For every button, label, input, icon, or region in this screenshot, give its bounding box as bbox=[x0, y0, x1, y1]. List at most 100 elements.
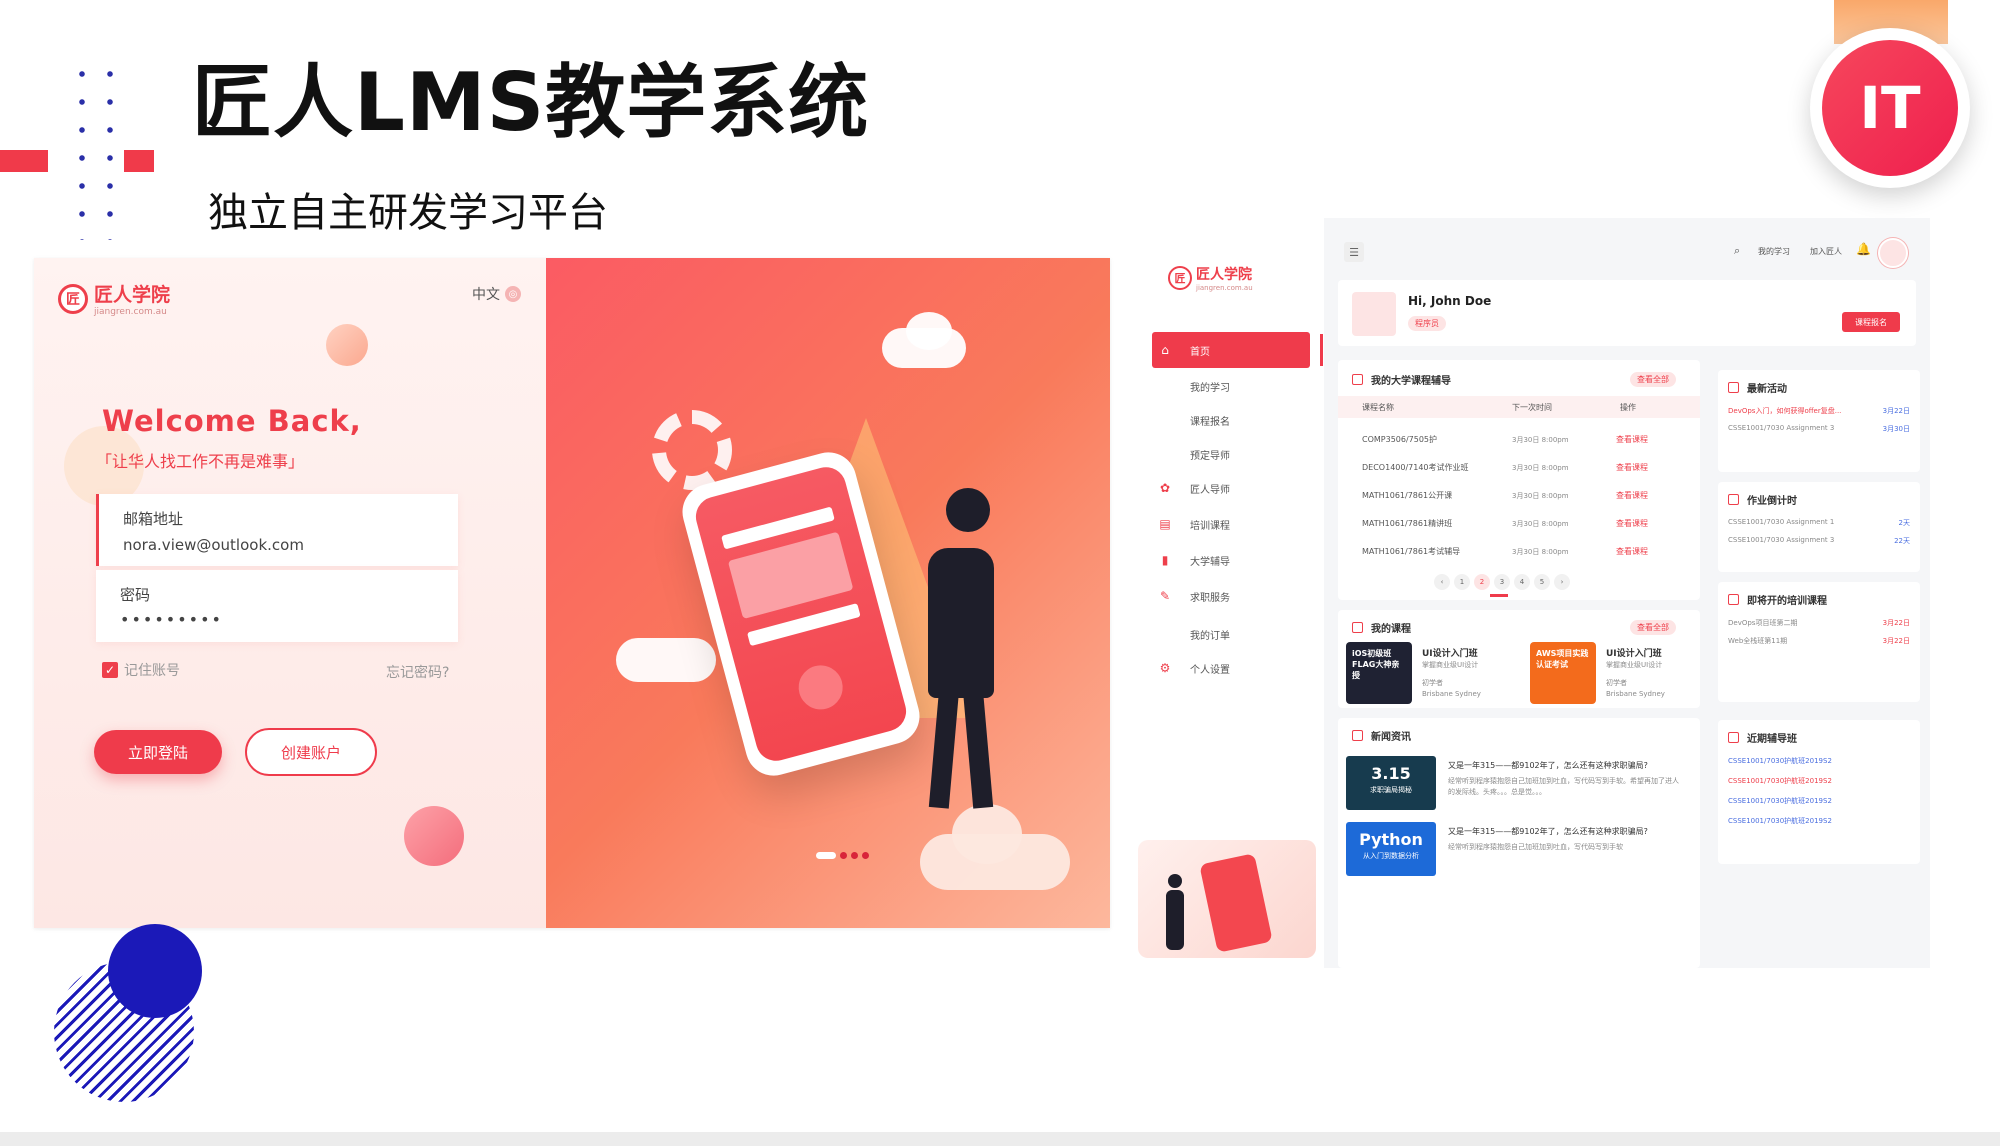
search-icon[interactable]: ⌕ bbox=[1734, 244, 1740, 258]
view-course-link[interactable]: 查看课程 bbox=[1616, 490, 1648, 501]
table-row[interactable]: MATH1061/7861精讲班 3月30日 8:00pm 查看课程 bbox=[1338, 516, 1700, 536]
course-name: MATH1061/7861精讲班 bbox=[1362, 519, 1453, 528]
table-header: 课程名称 下一次时间 操作 bbox=[1338, 396, 1700, 418]
globe-icon: ◎ bbox=[505, 286, 521, 302]
table-row[interactable]: MATH1061/7861考试辅导 3月30日 8:00pm 查看课程 bbox=[1338, 544, 1700, 564]
email-field[interactable]: 邮箱地址 nora.view@outlook.com bbox=[96, 494, 458, 566]
upcoming-item[interactable]: Web全栈班第11期 3月22日 bbox=[1728, 636, 1910, 650]
card-title: 最新活动 bbox=[1747, 384, 1787, 395]
view-course-link[interactable]: 查看课程 bbox=[1616, 518, 1648, 529]
recent-tutoring-link[interactable]: CSSE1001/7030护航班2019S2 bbox=[1728, 756, 1832, 766]
carousel-dot[interactable] bbox=[862, 852, 869, 859]
sidebar-item[interactable]: 课程报名 bbox=[1152, 402, 1310, 438]
enroll-button[interactable]: 课程报名 bbox=[1842, 312, 1900, 332]
course-name: COMP3506/7505护 bbox=[1362, 435, 1438, 444]
carousel-dot-active[interactable] bbox=[816, 852, 836, 859]
card-icon bbox=[1728, 594, 1739, 605]
email-value[interactable]: nora.view@outlook.com bbox=[123, 536, 304, 554]
sidebar-item[interactable]: 预定导师 bbox=[1152, 436, 1310, 472]
card-icon bbox=[1728, 732, 1739, 743]
homework-item[interactable]: CSSE1001/7030 Assignment 3 22天 bbox=[1728, 536, 1910, 550]
view-course-link[interactable]: 查看课程 bbox=[1616, 546, 1648, 557]
avatar bbox=[1352, 292, 1396, 336]
sidebar-item[interactable]: ✎ 求职服务 bbox=[1152, 578, 1310, 614]
page-button[interactable]: › bbox=[1554, 574, 1570, 590]
forgot-password-link[interactable]: 忘记密码? bbox=[386, 662, 449, 682]
news-thumb-sub: 从入门到数据分析 bbox=[1363, 852, 1419, 860]
table-row[interactable]: MATH1061/7861公开课 3月30日 8:00pm 查看课程 bbox=[1338, 488, 1700, 508]
password-field[interactable]: 密码 ••••••••• bbox=[96, 570, 458, 642]
person-head bbox=[946, 488, 990, 532]
homework-item[interactable]: CSSE1001/7030 Assignment 1 2天 bbox=[1728, 518, 1910, 532]
view-all-link[interactable]: 查看全部 bbox=[1630, 620, 1676, 635]
activity-item-text: CSSE1001/7030 Assignment 3 bbox=[1728, 424, 1835, 432]
page-button[interactable]: 3 bbox=[1494, 574, 1510, 590]
password-value[interactable]: ••••••••• bbox=[120, 610, 223, 629]
cloud-decoration bbox=[906, 312, 952, 350]
page-button[interactable]: ‹ bbox=[1434, 574, 1450, 590]
card-title: 作业倒计时 bbox=[1747, 496, 1797, 507]
sidebar-item[interactable]: ▮ 大学辅导 bbox=[1152, 542, 1310, 578]
slide-subtitle: 独立自主研发学习平台 bbox=[208, 190, 608, 236]
news-item[interactable]: 3.15 求职骗局揭秘 又是一年315——都9102年了，怎么还有这种求职骗局? 经常… bbox=[1346, 756, 1692, 812]
greeting-card: Hi, John Doe 程序员 课程报名 bbox=[1338, 280, 1916, 346]
dot-grid-decoration bbox=[68, 60, 118, 240]
brand-logo: IT bbox=[1810, 28, 1970, 188]
page-button[interactable]: 5 bbox=[1534, 574, 1550, 590]
news-headline[interactable]: 又是一年315——都9102年了，怎么还有这种求职骗局? bbox=[1448, 760, 1648, 771]
sidebar-item[interactable]: ✿ 匠人导师 bbox=[1152, 470, 1310, 506]
mentor-icon: ✿ bbox=[1159, 481, 1171, 495]
remember-checkbox[interactable]: ✓ 记住账号 bbox=[102, 660, 180, 680]
recent-tutoring-link[interactable]: CSSE1001/7030护航班2019S2 bbox=[1728, 796, 1832, 806]
card-icon bbox=[1352, 730, 1363, 741]
activity-item[interactable]: CSSE1001/7030 Assignment 3 3月30日 bbox=[1728, 424, 1910, 438]
carousel-dot[interactable] bbox=[851, 852, 858, 859]
page-button[interactable]: 2 bbox=[1474, 574, 1490, 590]
upcoming-item-meta: 3月22日 bbox=[1882, 637, 1910, 645]
red-bar-decoration bbox=[0, 150, 48, 172]
page-button[interactable]: 1 bbox=[1454, 574, 1470, 590]
course-item[interactable]: AWS项目实践 认证考试 UI设计入门班 掌握商业级UI设计 初学者 Brisbane … bbox=[1530, 642, 1706, 704]
upcoming-item[interactable]: DevOps项目班第二期 3月22日 bbox=[1728, 618, 1910, 632]
sidebar-item[interactable]: 我的订单 bbox=[1152, 616, 1310, 652]
sidebar-item[interactable]: ▤ 培训课程 bbox=[1152, 506, 1310, 542]
page-button[interactable]: 4 bbox=[1514, 574, 1530, 590]
view-course-link[interactable]: 查看课程 bbox=[1616, 434, 1648, 445]
gear-icon bbox=[652, 410, 732, 490]
carousel-dots[interactable] bbox=[816, 852, 869, 859]
card-title: 我的大学课程辅导 bbox=[1371, 376, 1451, 387]
menu-icon[interactable]: ☰ bbox=[1344, 242, 1364, 262]
sidebar-item[interactable]: ⌂ 首页 bbox=[1152, 332, 1310, 368]
avatar[interactable] bbox=[1878, 238, 1908, 268]
activity-item-text: DevOps入门，如何获得offer复盘... bbox=[1728, 407, 1842, 415]
scroll-indicator bbox=[1490, 594, 1508, 597]
course-thumbnail: iOS初级班 FLAG大神亲授 bbox=[1346, 642, 1412, 704]
recent-tutoring-link[interactable]: CSSE1001/7030护航班2019S2 bbox=[1728, 776, 1832, 786]
homework-item-text: CSSE1001/7030 Assignment 3 bbox=[1728, 536, 1835, 544]
phone-illustration bbox=[1199, 853, 1273, 953]
carousel-dot[interactable] bbox=[840, 852, 847, 859]
bell-icon[interactable]: 🔔 bbox=[1856, 242, 1871, 256]
recent-tutoring-link[interactable]: CSSE1001/7030护航班2019S2 bbox=[1728, 816, 1832, 826]
view-all-link[interactable]: 查看全部 bbox=[1630, 372, 1676, 387]
course-item[interactable]: iOS初级班 FLAG大神亲授 UI设计入门班 掌握商业级UI设计 初学者 Brisba… bbox=[1346, 642, 1522, 704]
create-account-button[interactable]: 创建账户 bbox=[245, 728, 377, 776]
table-row[interactable]: DECO1400/7140考试作业班 3月30日 8:00pm 查看课程 bbox=[1338, 460, 1700, 480]
news-item[interactable]: Python 从入门到数据分析 又是一年315——都9102年了，怎么还有这种求职骗… bbox=[1346, 822, 1692, 878]
language-switch[interactable]: 中文 ◎ bbox=[472, 284, 521, 304]
table-row[interactable]: COMP3506/7505护 3月30日 8:00pm 查看课程 bbox=[1338, 432, 1700, 452]
login-button[interactable]: 立即登陆 bbox=[94, 730, 222, 774]
topbar-my-learning[interactable]: 我的学习 bbox=[1758, 246, 1790, 257]
sidebar-item[interactable]: ⚙ 个人设置 bbox=[1152, 650, 1310, 686]
news-headline[interactable]: 又是一年315——都9102年了，怎么还有这种求职骗局? bbox=[1448, 826, 1648, 837]
topbar-join[interactable]: 加入匠人 bbox=[1810, 246, 1842, 257]
course-name: DECO1400/7140考试作业班 bbox=[1362, 463, 1469, 472]
activity-item[interactable]: DevOps入门，如何获得offer复盘... 3月22日 bbox=[1728, 406, 1910, 420]
sidebar-item-label: 首页 bbox=[1190, 346, 1210, 358]
view-course-link[interactable]: 查看课程 bbox=[1616, 462, 1648, 473]
role-badge: 程序员 bbox=[1408, 316, 1446, 331]
login-illustration bbox=[546, 258, 1110, 928]
sidebar-item[interactable]: 我的学习 bbox=[1152, 368, 1310, 404]
brand-name: 匠人学院 bbox=[94, 284, 171, 306]
sidebar-item-label: 个人设置 bbox=[1190, 664, 1230, 676]
